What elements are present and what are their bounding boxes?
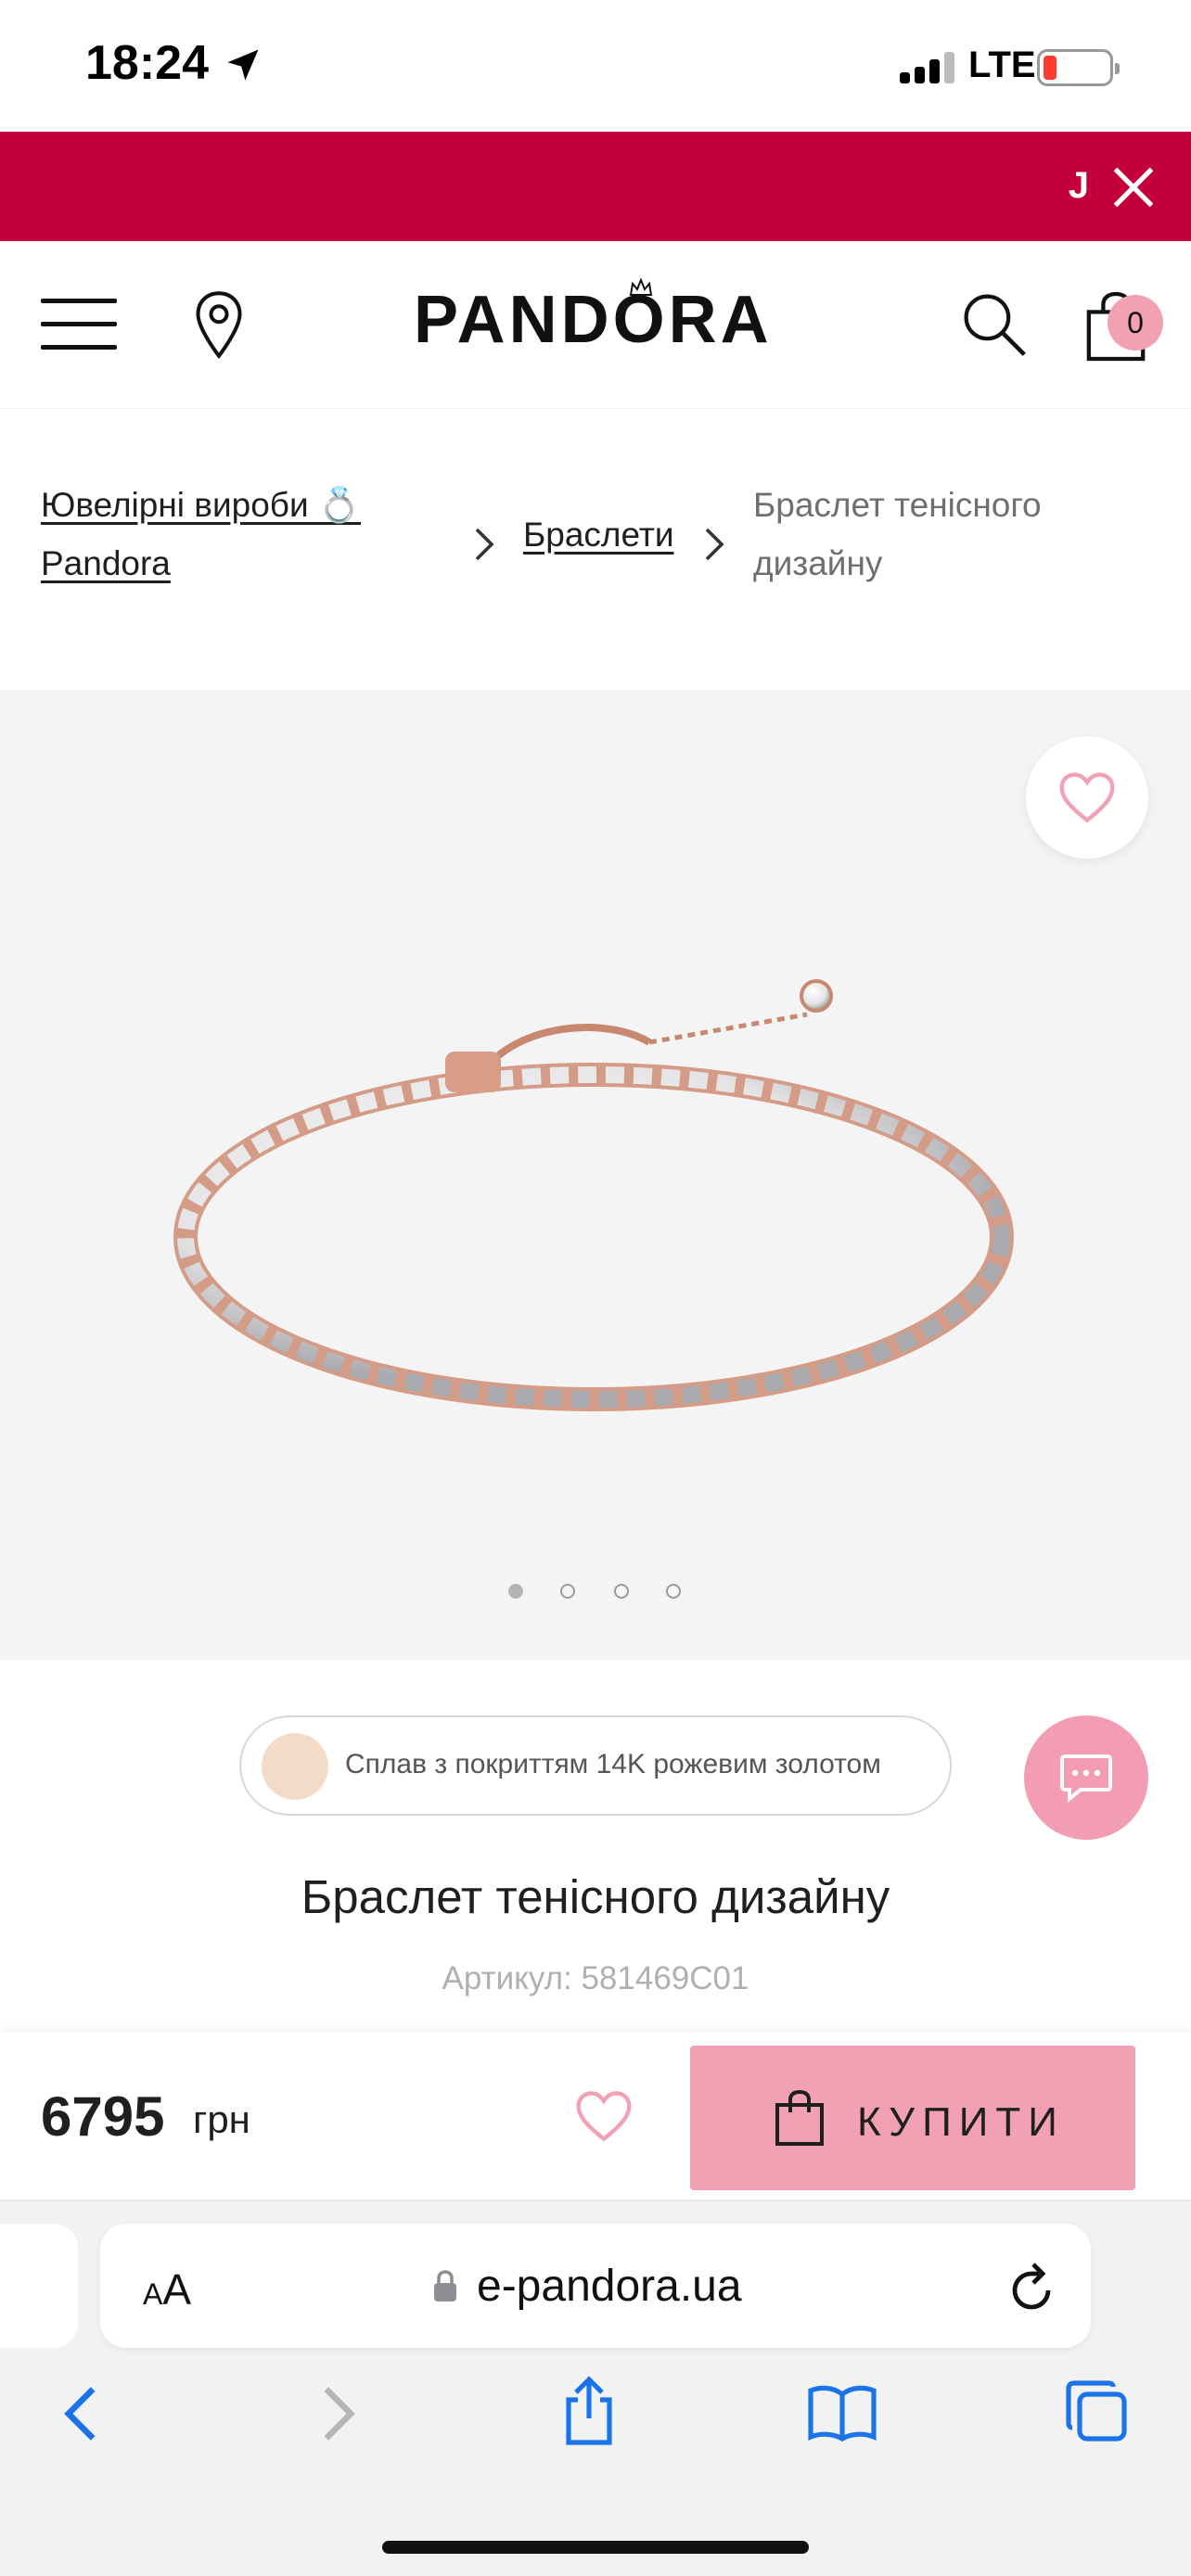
product-title: Браслет тенісного дизайну: [301, 1870, 890, 1923]
close-icon[interactable]: [1109, 163, 1158, 211]
share-icon[interactable]: [560, 2374, 618, 2448]
store-locator-icon[interactable]: [191, 289, 247, 360]
product-gallery[interactable]: [0, 690, 1191, 1660]
product-image: [173, 979, 1014, 1411]
shopping-bag-icon: [775, 2089, 824, 2146]
signal-strength-icon: [900, 50, 957, 83]
heart-icon: [1059, 772, 1115, 823]
heart-icon[interactable]: [573, 2088, 634, 2144]
chat-icon: [1060, 1754, 1112, 1803]
material-selector[interactable]: Сплав з покриттям 14K рожевим золотом: [239, 1715, 952, 1816]
location-arrow-icon: [227, 49, 259, 81]
promo-banner[interactable]: J: [0, 132, 1191, 241]
pagination-dot[interactable]: [508, 1584, 523, 1599]
lock-icon: [434, 2270, 456, 2302]
url-text[interactable]: e-pandora.ua: [477, 2261, 742, 2312]
breadcrumb-jewelry[interactable]: Ювелірні вироби 💍 Pandora: [41, 476, 384, 593]
chevron-right-icon: [705, 528, 724, 561]
breadcrumb: Ювелірні вироби 💍 Pandora Браслети Брасл…: [0, 408, 1191, 690]
breadcrumb-current: Браслет тенісного дизайну: [753, 486, 1042, 582]
gallery-pagination[interactable]: [508, 1584, 694, 1602]
crown-icon: [629, 278, 653, 296]
material-swatch: [262, 1733, 328, 1800]
address-bar[interactable]: AA e-pandora.ua: [100, 2224, 1091, 2348]
chevron-right-icon: [475, 528, 494, 561]
bookmarks-icon[interactable]: [807, 2383, 877, 2442]
site-header: PANDORA 0: [0, 241, 1191, 408]
search-icon[interactable]: [959, 289, 1030, 360]
status-time: 18:24: [85, 36, 209, 90]
browser-toolbar: AA e-pandora.ua: [0, 2201, 1191, 2576]
tabs-icon[interactable]: [1063, 2378, 1130, 2444]
text-size-button[interactable]: AA: [143, 2264, 191, 2315]
cart-count-badge[interactable]: 0: [1108, 295, 1163, 351]
price-currency: грн: [193, 2098, 250, 2141]
product-sku: Артикул: 581469C01: [442, 1960, 749, 1996]
chat-button[interactable]: [1024, 1715, 1148, 1840]
buy-bar: 6795 грн КУПИТИ: [0, 2033, 1191, 2201]
back-icon[interactable]: [58, 2383, 104, 2444]
pandora-logo[interactable]: PANDORA: [414, 282, 773, 358]
reload-icon[interactable]: [1005, 2259, 1057, 2315]
breadcrumb-bracelets[interactable]: Браслети: [523, 505, 674, 564]
promo-text: J: [1068, 165, 1089, 206]
home-indicator[interactable]: [382, 2541, 809, 2554]
status-bar: 18:24 LTE: [0, 0, 1191, 132]
menu-icon[interactable]: [41, 299, 117, 351]
product-price: 6795: [41, 2085, 165, 2148]
previous-tab-preview[interactable]: [0, 2224, 78, 2348]
network-type: LTE: [968, 45, 1036, 85]
battery-icon: [1037, 49, 1120, 86]
buy-button-label: КУПИТИ: [857, 2099, 1065, 2145]
pagination-dot[interactable]: [666, 1584, 681, 1599]
forward-icon[interactable]: [315, 2383, 362, 2444]
wishlist-button[interactable]: [1026, 736, 1148, 859]
pagination-dot[interactable]: [614, 1584, 629, 1599]
buy-button[interactable]: КУПИТИ: [690, 2046, 1135, 2190]
pagination-dot[interactable]: [560, 1584, 575, 1599]
material-label: Сплав з покриттям 14K рожевим золотом: [345, 1749, 881, 1779]
